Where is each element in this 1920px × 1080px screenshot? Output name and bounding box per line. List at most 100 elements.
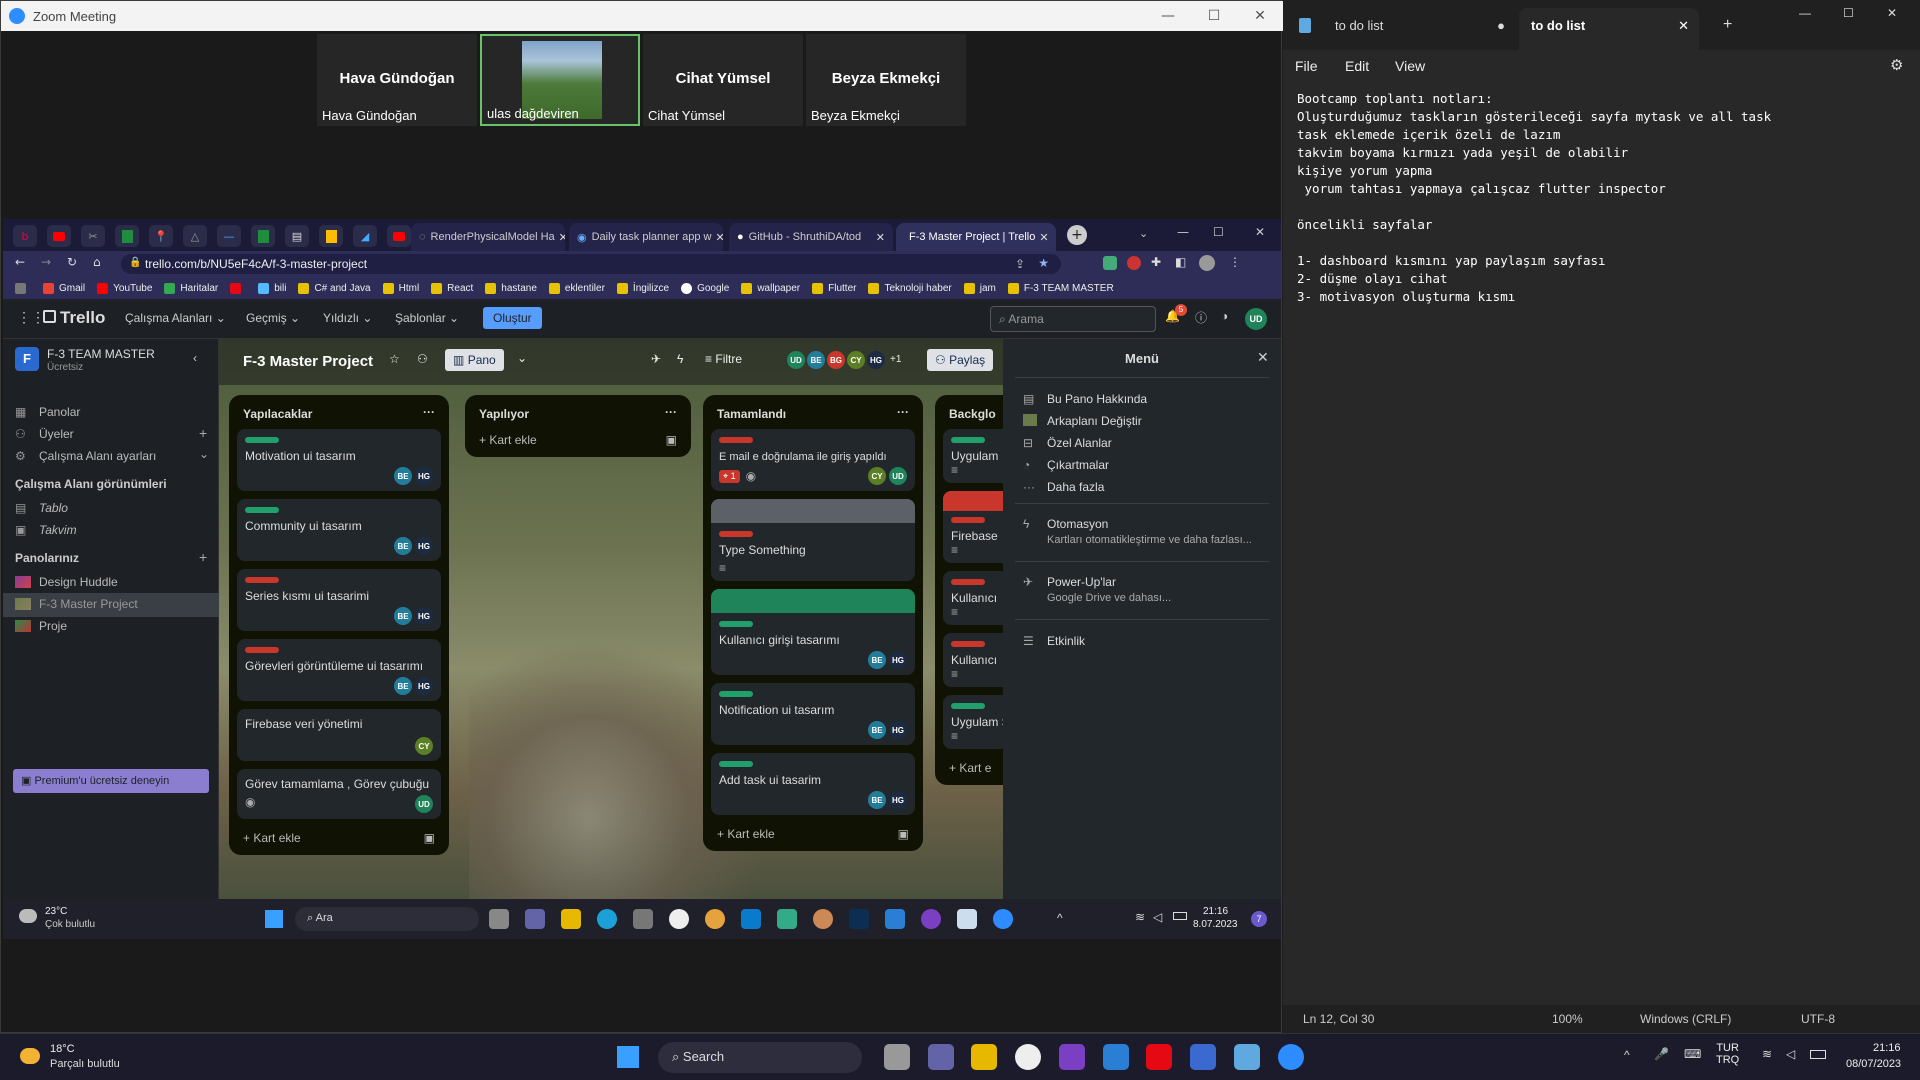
nav-starred[interactable]: Yıldızlı ⌄ <box>323 311 372 325</box>
maximize-button[interactable]: ☐ <box>1191 1 1237 31</box>
menu-item-more[interactable]: ··· Daha fazla <box>1023 480 1104 494</box>
start-icon[interactable] <box>265 910 283 928</box>
github-desktop-icon[interactable] <box>921 909 941 929</box>
star-icon[interactable]: ☆ <box>389 352 400 366</box>
notepad-icon[interactable] <box>1234 1044 1260 1070</box>
pinned-tab[interactable] <box>251 225 275 247</box>
card[interactable]: Görev tamamlama , Görev çubuğu ◉ UD <box>237 769 441 819</box>
bookmark-folder[interactable]: wallpaper <box>741 282 800 294</box>
pinned-tab[interactable]: ✂ <box>81 225 105 247</box>
keyboard-icon[interactable]: ⌨ <box>1684 1047 1701 1061</box>
notepad-editor[interactable]: Bootcamp toplantı notları: Oluşturduğumu… <box>1297 90 1907 306</box>
chrome-icon[interactable] <box>669 909 689 929</box>
add-member-icon[interactable]: + <box>199 425 207 441</box>
minimize-button[interactable]: — <box>1145 1 1191 31</box>
pinned-tab[interactable]: ◢ <box>353 225 377 247</box>
maximize-button[interactable]: ☐ <box>1213 225 1224 239</box>
tray-chevron-icon[interactable]: ^ <box>1057 911 1063 925</box>
bookmark-gmail[interactable]: Gmail <box>43 282 85 294</box>
bookmark-folder[interactable]: hastane <box>485 282 537 294</box>
list-title[interactable]: Yapılacaklar <box>243 407 312 421</box>
account-avatar[interactable]: UD <box>1245 308 1267 330</box>
list-menu-icon[interactable]: ··· <box>897 405 909 419</box>
template-icon[interactable]: ▣ <box>898 827 909 841</box>
profile-avatar[interactable] <box>1199 255 1215 271</box>
pinned-tab[interactable]: — <box>217 225 241 247</box>
sidebar-item-boards[interactable]: ▦ Panolar <box>15 405 80 419</box>
sidebar-item-settings[interactable]: ⚙ Çalışma Alanı ayarları <box>15 449 156 463</box>
browser-tab[interactable]: ◌ RenderPhysicalModel Ha ✕ <box>411 223 565 251</box>
close-icon[interactable]: ✕ <box>1257 349 1269 366</box>
bookmark-maps[interactable]: Haritalar <box>164 282 218 294</box>
theme-icon[interactable]: ◑ <box>1221 309 1228 323</box>
card[interactable]: Add task ui tasarim BE HG <box>711 753 915 815</box>
premium-trial-button[interactable]: ▣ Premium'u ücretsiz deneyin <box>13 769 209 793</box>
share-button[interactable]: ⚇ Paylaş <box>927 349 994 371</box>
slack-icon[interactable] <box>813 909 833 929</box>
powerup-icon[interactable]: ✈ <box>651 352 661 366</box>
close-tab-icon[interactable]: ✕ <box>872 231 885 244</box>
extension-icon[interactable] <box>1103 256 1117 270</box>
pinned-tab[interactable]: b <box>13 225 37 247</box>
participant-tile[interactable]: Cihat Yümsel Cihat Yümsel <box>643 34 803 126</box>
maximize-button[interactable]: ☐ <box>1843 6 1854 20</box>
card[interactable]: E mail e doğrulama ile giriş yapıldı ⌖ 1 ◉… <box>711 429 915 491</box>
minimize-button[interactable]: — <box>1177 225 1189 239</box>
participant-tile[interactable]: Hava Gündoğan Hava Gündoğan <box>317 34 477 126</box>
list-menu-icon[interactable]: ··· <box>423 405 435 419</box>
bookmark-youtube[interactable]: YouTube <box>97 282 152 294</box>
sidebar-item-members[interactable]: ⚇ Üyeler <box>15 427 74 441</box>
sidebar-board-f3-master[interactable]: F-3 Master Project <box>15 597 138 611</box>
menu-item-automation[interactable]: ϟ Otomasyon Kartları otomatikleştirme ve d… <box>1023 517 1252 546</box>
close-button[interactable]: ✕ <box>1237 1 1283 31</box>
task-view-icon[interactable] <box>884 1044 910 1070</box>
card[interactable]: Motivation ui tasarım BE HG <box>237 429 441 491</box>
home-icon[interactable]: ⌂ <box>93 255 101 269</box>
back-icon[interactable]: ← <box>15 255 25 269</box>
taskbar-search[interactable]: ⌕ Search <box>658 1042 862 1073</box>
collapse-sidebar-icon[interactable]: ‹ <box>193 351 197 365</box>
pinned-tab[interactable]: 📍 <box>149 225 173 247</box>
tray-chevron-icon[interactable]: ^ <box>1624 1048 1630 1062</box>
clock-date[interactable]: 08/07/2023 <box>1846 1058 1901 1070</box>
pinned-tab[interactable] <box>319 225 343 247</box>
battery-icon[interactable] <box>1810 1050 1826 1059</box>
sidepanel-icon[interactable]: ◧ <box>1175 255 1186 269</box>
explorer-icon[interactable] <box>971 1044 997 1070</box>
add-card-button[interactable]: + Kart ekle ▣ <box>711 823 915 851</box>
bookmark-folder[interactable]: Teknoloji haber <box>868 282 952 294</box>
card[interactable]: Görevleri görüntüleme ui tasarımı BE HG <box>237 639 441 701</box>
bookmark-folder[interactable]: F-3 TEAM MASTER <box>1007 282 1114 294</box>
nav-recent[interactable]: Geçmiş ⌄ <box>246 311 300 325</box>
photos-icon[interactable] <box>777 909 797 929</box>
menu-item-background[interactable]: Arkaplanı Değiştir <box>1023 414 1142 428</box>
menu-file[interactable]: File <box>1295 58 1318 74</box>
nav-templates[interactable]: Şablonlar ⌄ <box>395 311 459 325</box>
browser-tab[interactable]: ● GitHub - ShruthiDA/tod ✕ <box>729 223 893 251</box>
bookmark-folder[interactable]: jam <box>963 282 996 294</box>
browser-tab[interactable]: F-3 Master Project | Trello ✕ <box>896 223 1056 251</box>
template-icon[interactable]: ▣ <box>424 831 435 845</box>
menu-edit[interactable]: Edit <box>1345 58 1369 74</box>
explorer-icon[interactable] <box>561 909 581 929</box>
bookmark-folder[interactable]: eklentiler <box>548 282 605 294</box>
volume-icon[interactable]: ◁ <box>1786 1047 1795 1061</box>
store-icon[interactable] <box>633 909 653 929</box>
card[interactable]: Type Something ≡ <box>711 499 915 581</box>
add-card-button[interactable]: + Kart ekle ▣ <box>237 827 441 855</box>
new-tab-icon[interactable]: + <box>1723 16 1732 34</box>
pinned-tab[interactable] <box>47 225 71 247</box>
close-tab-icon[interactable]: ✕ <box>1035 231 1048 244</box>
list-title[interactable]: Yapılıyor <box>479 407 529 421</box>
visual-studio-icon[interactable] <box>1059 1044 1085 1070</box>
notepad-tab[interactable]: to do list ● <box>1323 10 1513 42</box>
zoom-icon[interactable] <box>1278 1044 1304 1070</box>
card[interactable]: Firebase veri yönetimi CY <box>237 709 441 761</box>
notepad-tab-active[interactable]: to do list ✕ <box>1519 8 1699 50</box>
reload-icon[interactable]: ↻ <box>67 255 77 269</box>
list-menu-icon[interactable]: ··· <box>665 405 677 419</box>
board-view-button[interactable]: ▥ Pano <box>445 349 504 371</box>
participant-tile[interactable]: ulas dağdeviren <box>480 34 640 126</box>
chrome-icon[interactable] <box>1015 1044 1041 1070</box>
app-switcher-icon[interactable]: ⋮⋮ <box>17 309 45 326</box>
